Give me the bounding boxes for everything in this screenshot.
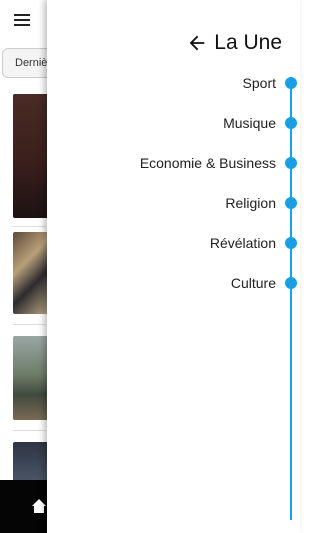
timeline-dot	[285, 277, 297, 289]
back-arrow-icon[interactable]	[186, 32, 208, 54]
drawer-item-religion[interactable]: Religion	[225, 192, 276, 214]
timeline-dot	[285, 197, 297, 209]
menu-icon[interactable]	[14, 14, 32, 30]
drawer-item-culture[interactable]: Culture	[231, 272, 276, 294]
drawer-header[interactable]: La Une	[186, 28, 282, 58]
divider	[13, 226, 46, 227]
drawer-title: La Une	[214, 31, 282, 54]
timeline-dot	[285, 117, 297, 129]
drawer-item-economie-business[interactable]: Economie & Business	[140, 152, 276, 174]
timeline-line	[290, 82, 292, 520]
timeline-dot	[285, 237, 297, 249]
divider	[13, 430, 46, 431]
timeline-dot	[285, 77, 297, 89]
timeline-dot	[285, 157, 297, 169]
drawer-item-sport[interactable]: Sport	[243, 72, 276, 94]
divider	[13, 324, 46, 325]
home-icon[interactable]	[32, 499, 46, 513]
navigation-drawer: La Une Sport Musique Economie & Business…	[47, 0, 300, 533]
drawer-item-revelation[interactable]: Révélation	[210, 232, 276, 254]
drawer-item-musique[interactable]: Musique	[223, 112, 276, 134]
